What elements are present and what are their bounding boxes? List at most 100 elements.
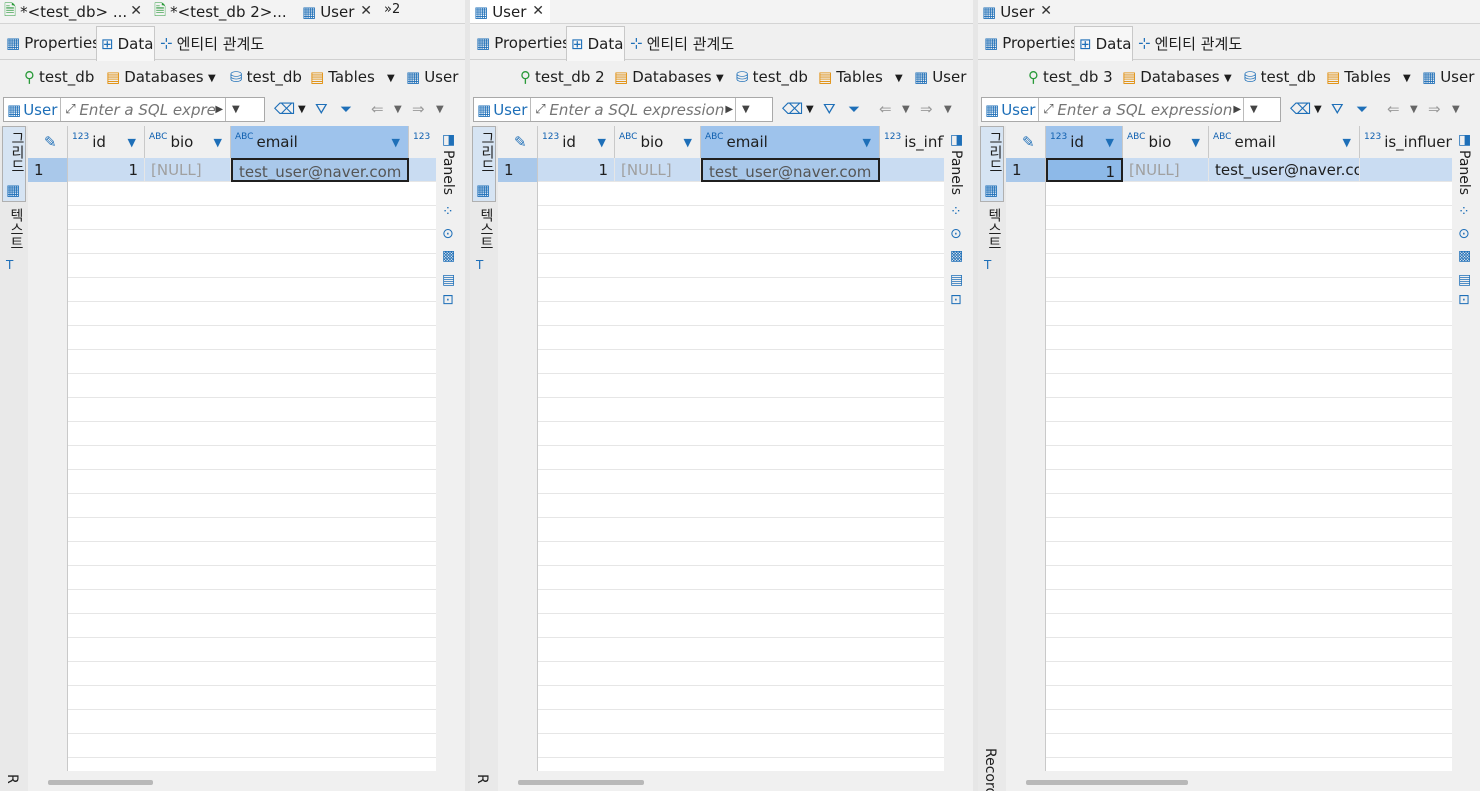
- sort-arrow-icon[interactable]: ▼: [214, 136, 222, 149]
- chevron-down-icon[interactable]: ▼: [902, 104, 910, 115]
- chevron-down-icon[interactable]: ▼: [1452, 104, 1460, 115]
- chevron-down-icon[interactable]: ▼: [1403, 73, 1411, 84]
- row-header-corner[interactable]: ✎: [28, 126, 68, 158]
- back-icon[interactable]: ⇐: [371, 100, 384, 118]
- close-icon[interactable]: ✕: [1040, 3, 1052, 19]
- sort-arrow-icon[interactable]: ▼: [392, 136, 400, 149]
- horizontal-scrollbar[interactable]: [498, 771, 944, 791]
- tab-overflow-button[interactable]: »2: [384, 2, 400, 17]
- sort-arrow-icon[interactable]: ▼: [598, 136, 606, 149]
- tab-data[interactable]: ⊞ Data: [1074, 26, 1133, 61]
- editor-tab-user[interactable]: ▦ User ✕: [470, 0, 550, 23]
- row-number[interactable]: 1: [28, 158, 68, 182]
- back-icon[interactable]: ⇐: [879, 100, 892, 118]
- panels-icon[interactable]: ◨: [1458, 132, 1471, 148]
- horizontal-scrollbar[interactable]: [1006, 771, 1452, 791]
- sql-filter-input[interactable]: [79, 99, 216, 120]
- cell-bio[interactable]: [NULL]: [615, 158, 701, 182]
- expand-icon[interactable]: ⤢: [61, 102, 79, 117]
- cell-bio[interactable]: [NULL]: [145, 158, 231, 182]
- column-header-bio[interactable]: ABC bio ▼: [145, 126, 231, 158]
- references-icon[interactable]: ⊡: [442, 292, 454, 308]
- chevron-down-icon[interactable]: ▼: [1224, 73, 1232, 84]
- column-header-is-influencer[interactable]: 123: [409, 126, 436, 158]
- column-header-email[interactable]: ABC email ▼: [701, 126, 880, 158]
- metadata-icon[interactable]: ▩: [442, 248, 455, 264]
- tab-erd[interactable]: ⊹ 엔티티 관계도: [626, 26, 748, 60]
- close-icon[interactable]: ✕: [532, 3, 544, 19]
- grouping-icon[interactable]: ▤: [1458, 272, 1471, 288]
- back-icon[interactable]: ⇐: [1387, 100, 1400, 118]
- apply-filter-icon[interactable]: ▶: [1233, 104, 1243, 115]
- references-icon[interactable]: ⊡: [950, 292, 962, 308]
- crumb-database[interactable]: ⛁ test_db: [736, 68, 808, 86]
- chevron-down-icon[interactable]: ▼: [895, 73, 903, 84]
- crumb-table[interactable]: ▦ User: [1422, 68, 1474, 86]
- panels-icon[interactable]: ◨: [950, 132, 963, 148]
- close-icon[interactable]: ✕: [360, 3, 372, 19]
- filter-settings-icon[interactable]: ⛛: [315, 100, 328, 118]
- cell-id[interactable]: 1: [68, 158, 145, 182]
- chevron-down-icon[interactable]: ▼: [1410, 104, 1418, 115]
- crumb-connection[interactable]: ⚲ test_db: [24, 68, 94, 86]
- filter-history-dropdown[interactable]: ▼: [1243, 98, 1263, 121]
- sql-filter-input[interactable]: [1057, 99, 1234, 120]
- expand-icon[interactable]: ⤢: [1039, 102, 1057, 117]
- apply-filter-icon[interactable]: ▶: [725, 104, 735, 115]
- tab-properties[interactable]: ▦ Properties: [2, 26, 100, 60]
- aggregate-icon[interactable]: ⊙: [950, 226, 962, 242]
- filter-icon[interactable]: ⏷: [1356, 100, 1368, 118]
- tab-data[interactable]: ⊞ Data: [96, 26, 155, 61]
- expand-icon[interactable]: ⤢: [531, 102, 549, 117]
- tab-text-view[interactable]: 텍스트 T: [472, 208, 496, 278]
- panels-icon[interactable]: ◨: [442, 132, 455, 148]
- tab-properties[interactable]: ▦ Properties: [980, 26, 1078, 60]
- panels-label[interactable]: Panels: [440, 150, 456, 195]
- row-number[interactable]: 1: [1006, 158, 1046, 182]
- tab-grid-view[interactable]: 그리드 ▦: [2, 126, 26, 202]
- tab-erd[interactable]: ⊹ 엔티티 관계도: [156, 26, 278, 60]
- tab-properties[interactable]: ▦ Properties: [472, 26, 570, 60]
- chevron-down-icon[interactable]: ▼: [716, 73, 724, 84]
- record-tab-label[interactable]: Record: [982, 748, 998, 791]
- panels-label[interactable]: Panels: [1456, 150, 1472, 195]
- sql-filter-input[interactable]: [549, 99, 726, 120]
- grouping-icon[interactable]: ▤: [950, 272, 963, 288]
- tab-grid-view[interactable]: 그리드 ▦: [472, 126, 496, 202]
- forward-icon[interactable]: ⇒: [1428, 100, 1441, 118]
- editor-tab-user[interactable]: ▦ User ✕: [978, 0, 1058, 23]
- crumb-databases[interactable]: ▤ Databases: [106, 68, 204, 86]
- cell-email[interactable]: test_user@naver.com: [701, 158, 880, 182]
- crumb-table[interactable]: ▦ User: [914, 68, 966, 86]
- value-view-icon[interactable]: ⁘: [950, 204, 962, 220]
- cell-email[interactable]: test_user@naver.com: [231, 158, 409, 182]
- references-icon[interactable]: ⊡: [1458, 292, 1470, 308]
- tab-text-view[interactable]: 텍스트 T: [2, 208, 26, 278]
- filter-table-selector[interactable]: ▦ User: [474, 98, 532, 121]
- chevron-down-icon[interactable]: ▼: [436, 104, 444, 115]
- value-view-icon[interactable]: ⁘: [1458, 204, 1470, 220]
- chevron-down-icon[interactable]: ▼: [944, 104, 952, 115]
- row-header-corner[interactable]: ✎: [1006, 126, 1046, 158]
- crumb-database[interactable]: ⛁ test_db: [1244, 68, 1316, 86]
- cell-id[interactable]: 1: [538, 158, 615, 182]
- row-header-corner[interactable]: ✎: [498, 126, 538, 158]
- sort-arrow-icon[interactable]: ▼: [684, 136, 692, 149]
- table-row[interactable]: 1 1 [NULL] test_user@naver.com: [498, 158, 944, 182]
- column-header-bio[interactable]: ABC bio ▼: [1123, 126, 1209, 158]
- metadata-icon[interactable]: ▩: [1458, 248, 1471, 264]
- tab-grid-view[interactable]: 그리드 ▦: [980, 126, 1004, 202]
- sort-arrow-icon[interactable]: ▼: [1192, 136, 1200, 149]
- grouping-icon[interactable]: ▤: [442, 272, 455, 288]
- value-view-icon[interactable]: ⁘: [442, 204, 454, 220]
- forward-icon[interactable]: ⇒: [412, 100, 425, 118]
- column-header-is-influencer[interactable]: 123 is_influenc: [1360, 126, 1452, 158]
- chevron-down-icon[interactable]: ▼: [387, 73, 395, 84]
- column-header-id[interactable]: 123 id ▼: [538, 126, 615, 158]
- record-tab-label[interactable]: R: [474, 774, 490, 784]
- crumb-databases[interactable]: ▤ Databases: [1122, 68, 1220, 86]
- chevron-down-icon[interactable]: ▼: [806, 104, 814, 115]
- sort-arrow-icon[interactable]: ▼: [863, 136, 871, 149]
- filter-history-dropdown[interactable]: ▼: [735, 98, 755, 121]
- filter-history-dropdown[interactable]: ▼: [225, 98, 245, 121]
